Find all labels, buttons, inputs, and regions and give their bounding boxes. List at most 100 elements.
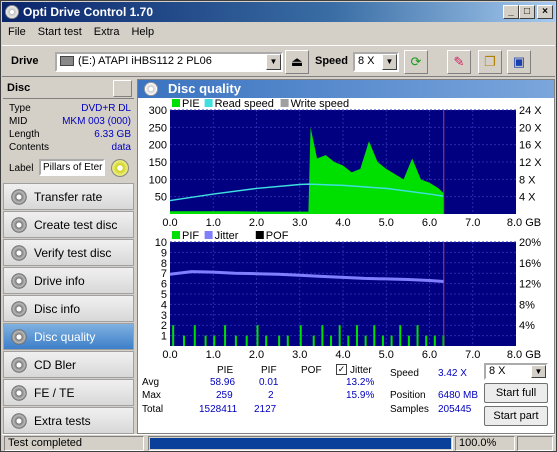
nav-fe-te[interactable]: FE / TE: [3, 379, 134, 406]
disc-info: Type DVD+R DL MID MKM 003 (000) Length 6.33…: [7, 103, 131, 155]
close-button[interactable]: ×: [537, 5, 553, 19]
disc-label-field[interactable]: Pillars of Etern: [39, 159, 105, 176]
y-tick-label: 4: [161, 299, 167, 311]
max-pif: 2: [268, 390, 274, 401]
nav-drive-info[interactable]: Drive info: [3, 267, 134, 294]
y2-tick-label: 12%: [519, 279, 541, 291]
x-tick-label: 7.0: [465, 217, 480, 229]
speed-select-value: 8 X: [358, 55, 375, 67]
avg-pif: 0.01: [259, 377, 279, 388]
y-tick-label: 5: [161, 289, 167, 301]
erase-button[interactable]: ✎: [447, 50, 471, 74]
pif-bar: [399, 325, 402, 346]
pif-bar: [347, 335, 350, 346]
pif-bar: [355, 325, 358, 346]
disc-info-row: Contents data: [9, 142, 131, 153]
x-tick-label: 6.0: [422, 217, 437, 229]
status-text: Test completed: [4, 436, 144, 451]
y-tick-label: 100: [149, 174, 167, 186]
save-button[interactable]: ▣: [507, 50, 531, 74]
disc-header-label: Disc: [7, 82, 31, 94]
pif-bar: [278, 335, 281, 346]
x-tick-label: 5.0: [379, 217, 394, 229]
x-tick-label: 4.0: [335, 217, 350, 229]
start-full-button[interactable]: Start full: [484, 383, 548, 403]
x-tick-label: 0.0: [162, 349, 177, 361]
nav-transfer-rate[interactable]: Transfer rate: [3, 183, 134, 210]
position-label: Position: [390, 390, 426, 401]
chevron-down-icon[interactable]: ▼: [266, 54, 281, 70]
nav-disc-quality[interactable]: Disc quality: [3, 323, 134, 350]
samples-label: Samples: [390, 404, 429, 415]
nav-verify-test-disc[interactable]: Verify test disc: [3, 239, 134, 266]
y-tick-label: 10: [155, 237, 167, 249]
test-speed-select[interactable]: 8 X ▼: [484, 363, 548, 380]
y-tick-label: 2: [161, 320, 167, 332]
menu-start-test[interactable]: Start test: [32, 26, 88, 38]
legend-swatch: [280, 99, 289, 107]
pif-bar: [330, 335, 333, 346]
disc-collapse-button[interactable]: [113, 80, 132, 97]
disc-icon: [10, 299, 28, 318]
left-panel: Disc Type DVD+R DL MID MKM 003 (000) Lengt…: [3, 79, 134, 434]
save-icon: ▣: [512, 54, 526, 69]
y-tick-label: 150: [149, 157, 167, 169]
x-tick-label: 6.0: [422, 349, 437, 361]
pif-bar: [182, 335, 185, 346]
nav-extra-tests[interactable]: Extra tests: [3, 407, 134, 434]
pif-bar: [265, 335, 268, 346]
speed-stat-label: Speed: [390, 368, 419, 379]
drive-select[interactable]: (E:) ATAPI iHBS112 2 PL06 ▼: [55, 52, 283, 72]
y2-tick-label: 20 X: [519, 122, 542, 134]
disc-icon: [10, 271, 28, 290]
refresh-button[interactable]: ⟳: [404, 50, 428, 74]
pif-bar: [407, 335, 410, 346]
disc-icon: [10, 187, 28, 206]
x-tick-label: 3.0: [292, 217, 307, 229]
y-tick-label: 250: [149, 122, 167, 134]
speed-select[interactable]: 8 X ▼: [353, 52, 399, 72]
minimize-button[interactable]: _: [503, 5, 519, 19]
pif-bar: [425, 335, 428, 346]
title-bar: Opti Drive Control 1.70 _ □ ×: [2, 2, 555, 22]
y2-tick-label: 16%: [519, 258, 541, 270]
eject-button[interactable]: ⏏: [285, 50, 309, 74]
nav-create-test-disc[interactable]: Create test disc: [3, 211, 134, 238]
legend-swatch: [204, 231, 213, 239]
pif-bar: [204, 335, 207, 346]
y-tick-label: 200: [149, 140, 167, 152]
copy-button[interactable]: ❐: [478, 50, 502, 74]
disc-label-icon[interactable]: [111, 159, 129, 177]
y2-tick-label: 12 X: [519, 157, 542, 169]
nav-cd-bler[interactable]: CD Bler: [3, 351, 134, 378]
eraser-icon: ✎: [453, 54, 465, 69]
max-pie: 259: [216, 390, 233, 401]
pif-bar: [256, 325, 259, 346]
y-tick-label: 8: [161, 258, 167, 270]
disc-info-row: Length 6.33 GB: [9, 129, 131, 140]
nav-disc-info[interactable]: Disc info: [3, 295, 134, 322]
x-tick-label: 4.0: [335, 349, 350, 361]
start-part-button[interactable]: Start part: [484, 406, 548, 426]
maximize-button[interactable]: □: [519, 5, 535, 19]
menu-help[interactable]: Help: [125, 26, 160, 38]
legend-label: PIF: [182, 230, 199, 242]
stats-panel: PIE PIF POF ✓ Jitter Avg 58.96 0.01 13.2…: [138, 363, 554, 433]
y2-tick-label: 8 X: [519, 174, 536, 186]
pif-bar: [245, 335, 248, 346]
legend-label: Jitter: [215, 230, 239, 242]
menu-extra[interactable]: Extra: [88, 26, 126, 38]
y2-tick-label: 4%: [519, 320, 535, 332]
chevron-down-icon[interactable]: ▼: [531, 365, 546, 378]
x-tick-label: 3.0: [292, 349, 307, 361]
jitter-checkbox[interactable]: ✓: [336, 364, 347, 375]
disc-label-key: Label: [9, 163, 34, 174]
y2-tick-label: 4 X: [519, 192, 536, 204]
chevron-down-icon[interactable]: ▼: [382, 54, 397, 70]
row-total-label: Total: [142, 404, 164, 415]
y-tick-label: 1: [161, 331, 167, 343]
menu-file[interactable]: File: [2, 26, 32, 38]
disc-icon: [10, 215, 28, 234]
charts-svg: 50 100 150 200 250 300 4 X 8 X 12 X 16 X 20 X 24 X 0…: [149, 98, 543, 361]
refresh-icon: ⟳: [410, 54, 422, 69]
